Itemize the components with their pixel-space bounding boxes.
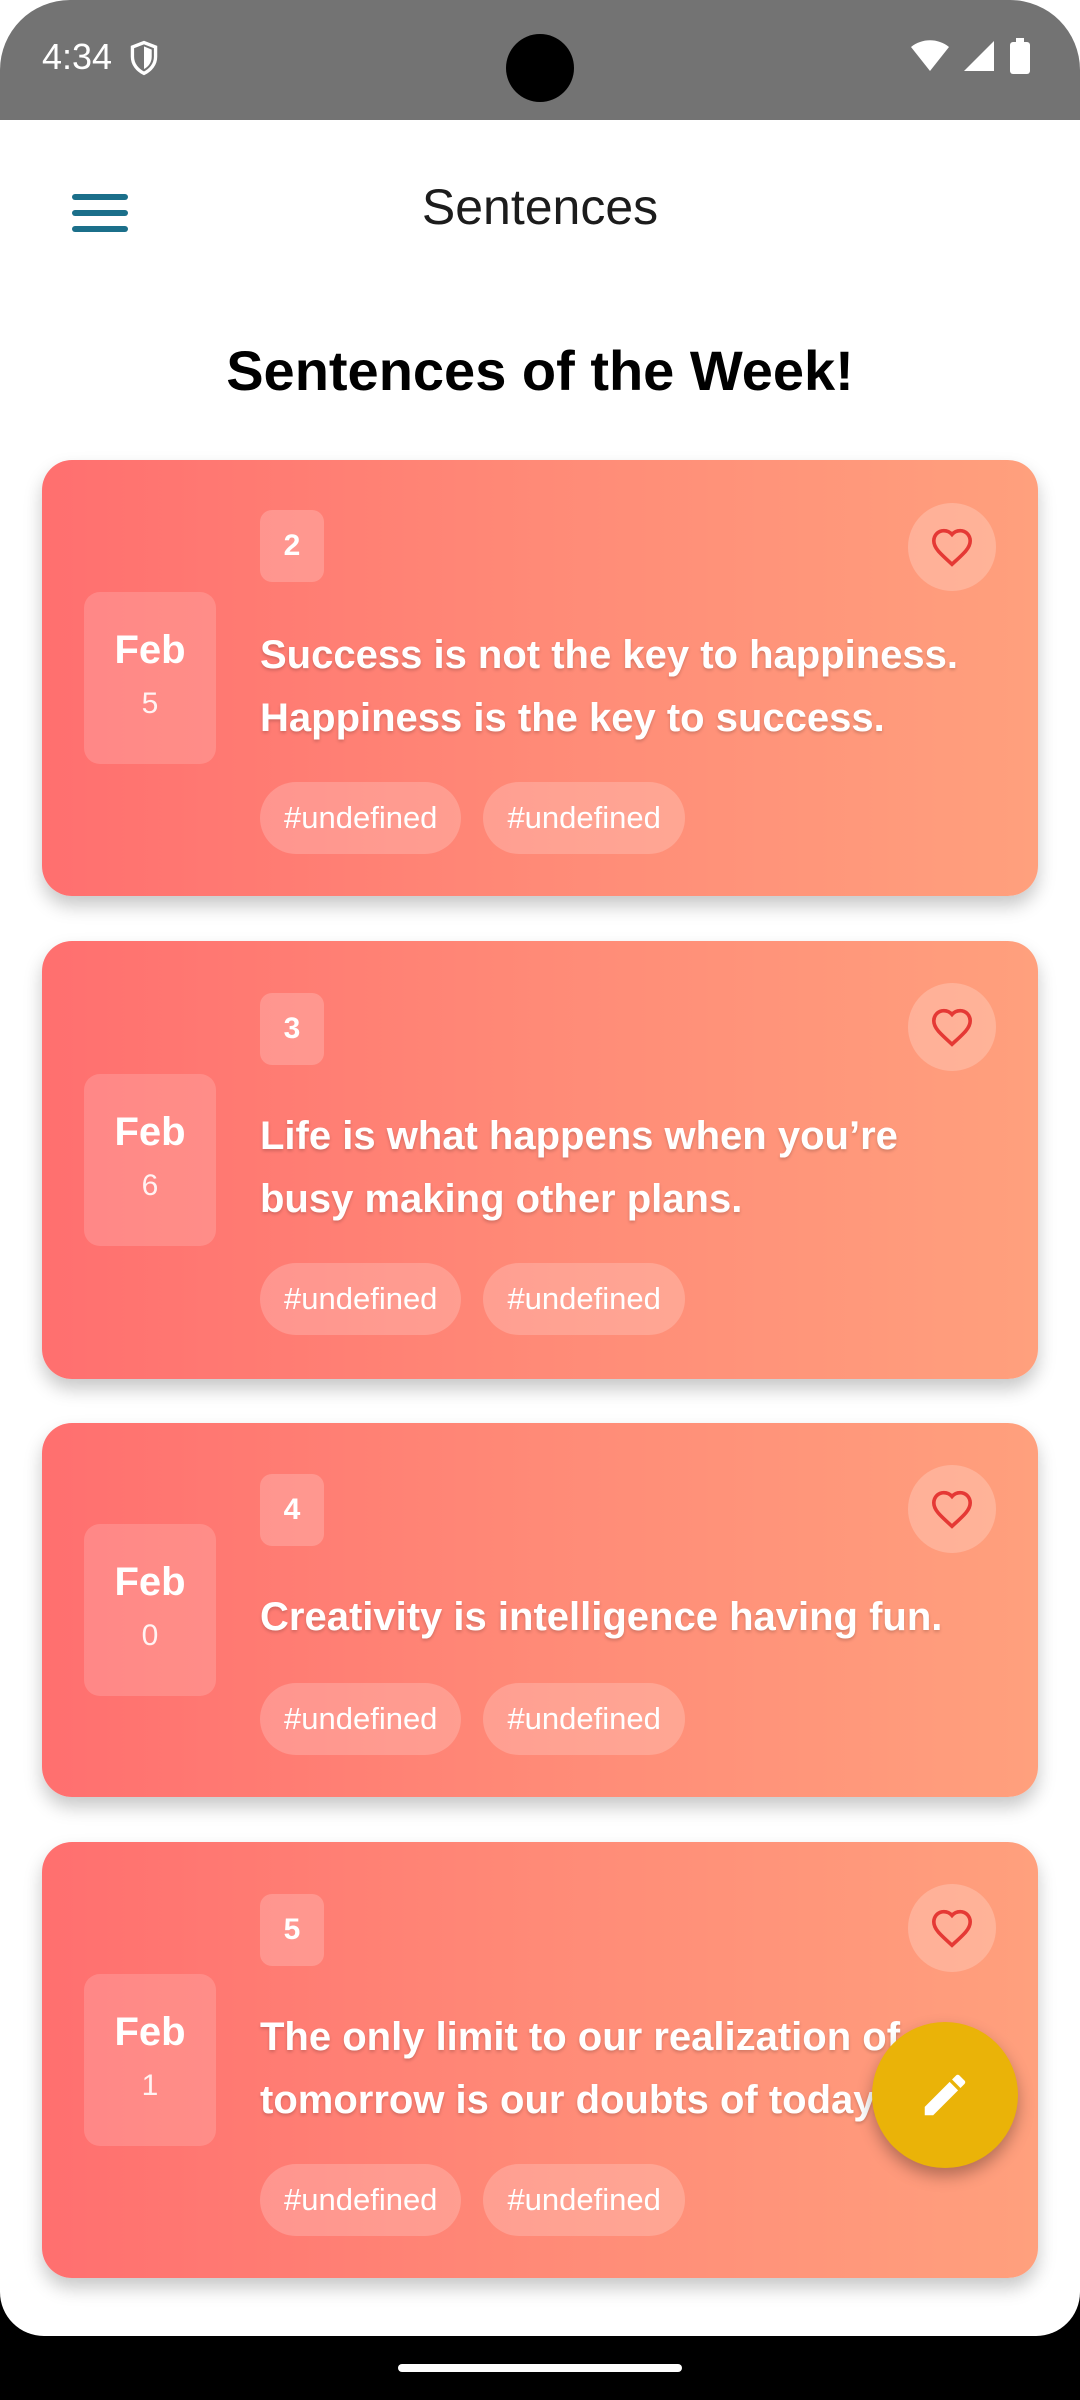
sentence-text: Creativity is intelligence having fun. (260, 1595, 943, 1639)
tag-chip[interactable]: #undefined (260, 782, 462, 854)
tag-list: #undefined #undefined (260, 2164, 685, 2236)
wifi-icon (911, 40, 949, 71)
tag-chip[interactable]: #undefined (483, 2164, 685, 2236)
app-screen: 4:34 Sentences Sentences of the Week! Fe… (0, 0, 1080, 2336)
front-camera (506, 34, 574, 102)
sentence-card[interactable]: Feb 6 3 Life is what happens when you’re… (42, 941, 1038, 1379)
sentence-card[interactable]: Feb 0 4 Creativity is intelligence havin… (42, 1423, 1038, 1797)
sentence-number-badge: 4 (260, 1474, 324, 1546)
heart-outline-icon (931, 528, 973, 567)
tag-chip[interactable]: #undefined (483, 1683, 685, 1755)
heart-outline-icon (931, 1008, 973, 1047)
device-frame: 4:34 Sentences Sentences of the Week! Fe… (0, 0, 1080, 2400)
status-bar: 4:34 (0, 0, 1080, 120)
heart-outline-icon (931, 1909, 973, 1948)
date-day: 1 (141, 2069, 159, 2102)
sentence-text: Success is not the key to happiness. Hap… (260, 633, 959, 740)
tag-chip[interactable]: #undefined (260, 1683, 462, 1755)
sentence-number-badge: 5 (260, 1894, 324, 1966)
favorite-button[interactable] (908, 1465, 996, 1553)
favorite-button[interactable] (908, 1884, 996, 1972)
date-box: Feb 0 (84, 1524, 216, 1696)
section-title: Sentences of the Week! (226, 339, 854, 402)
pencil-icon (924, 2074, 966, 2116)
date-month: Feb (114, 1560, 186, 1604)
tag-chip[interactable]: #undefined (260, 1263, 462, 1335)
date-day: 5 (141, 687, 159, 720)
status-time: 4:34 (42, 36, 113, 77)
compose-fab[interactable] (872, 2022, 1018, 2168)
tag-chip[interactable]: #undefined (260, 2164, 462, 2236)
app-title: Sentences (421, 179, 659, 235)
date-month: Feb (114, 628, 186, 672)
date-box: Feb 6 (84, 1074, 216, 1246)
tag-list: #undefined #undefined (260, 782, 685, 854)
gesture-nav-handle[interactable] (398, 2364, 682, 2372)
shield-icon (130, 40, 158, 76)
date-day: 0 (141, 1619, 159, 1652)
app-bar: Sentences (0, 120, 1080, 292)
tag-chip[interactable]: #undefined (483, 1263, 685, 1335)
sentence-card[interactable]: Feb 5 2 Success is not the key to happin… (42, 460, 1038, 896)
status-icons (910, 38, 1030, 74)
tag-list: #undefined #undefined (260, 1683, 685, 1755)
sentence-text: Life is what happens when you’re busy ma… (260, 1114, 898, 1221)
heart-outline-icon (931, 1490, 973, 1529)
favorite-button[interactable] (908, 503, 996, 591)
tag-chip[interactable]: #undefined (483, 782, 685, 854)
date-box: Feb 1 (84, 1974, 216, 2146)
date-month: Feb (114, 1110, 186, 1154)
signal-icon (964, 41, 994, 71)
favorite-button[interactable] (908, 983, 996, 1071)
battery-icon (1010, 38, 1030, 74)
date-box: Feb 5 (84, 592, 216, 764)
date-month: Feb (114, 2010, 186, 2054)
date-day: 6 (141, 1169, 159, 1202)
tag-list: #undefined #undefined (260, 1263, 685, 1335)
sentence-number-badge: 2 (260, 510, 324, 582)
sentence-number-badge: 3 (260, 993, 324, 1065)
